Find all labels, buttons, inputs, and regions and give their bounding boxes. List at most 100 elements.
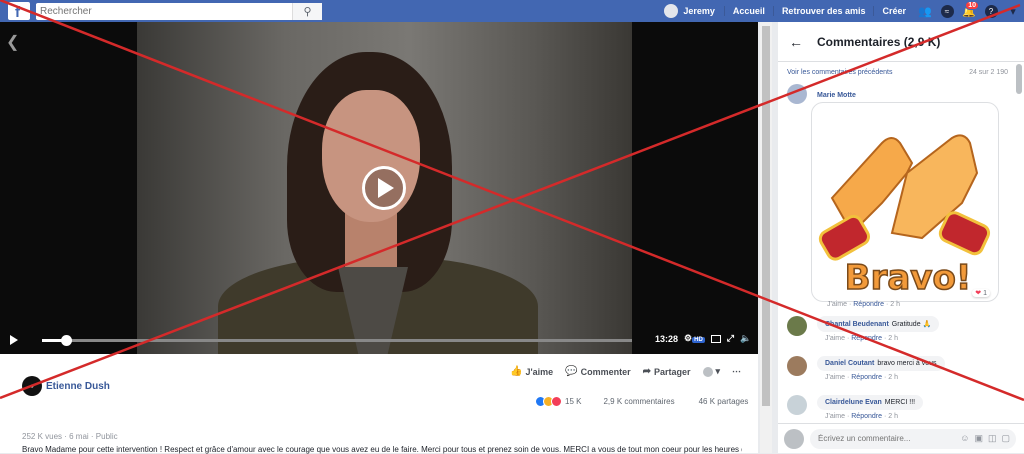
shares-count[interactable]: 46 K partages: [699, 397, 749, 406]
more-icon: ⋯: [732, 366, 742, 376]
notifications-button[interactable]: 🔔 10: [958, 0, 980, 22]
thumbs-up-icon: 👍: [510, 366, 523, 377]
comments-count[interactable]: 2,9 K commentaires: [603, 397, 674, 406]
comment-like-link[interactable]: J'aime: [825, 413, 845, 420]
avatar[interactable]: [787, 395, 807, 415]
comment-bubble: Clairdelune Evan MERCI !!!: [817, 395, 924, 410]
page-scrollbar[interactable]: [760, 22, 772, 453]
notifications-badge: 10: [965, 1, 979, 10]
miniplayer-icon[interactable]: [710, 334, 721, 343]
gif-icon[interactable]: ◫: [988, 433, 997, 444]
comment-reply-link[interactable]: Répondre: [851, 374, 882, 381]
hd-badge: HD: [692, 337, 705, 343]
sticker-icon[interactable]: ▢: [1001, 433, 1010, 444]
more-options-button[interactable]: ⋯: [732, 366, 741, 377]
commenter-name[interactable]: Marie Motte: [817, 92, 856, 99]
account-menu-button[interactable]: ▾: [1002, 0, 1024, 22]
gear-icon: ⚙: [684, 333, 693, 343]
friend-requests-button[interactable]: 👥: [914, 0, 936, 22]
author-name[interactable]: Etienne Dush: [46, 381, 110, 392]
chevron-down-icon: ▾: [715, 366, 721, 376]
comment-text: MERCI !!!: [884, 399, 916, 406]
comment-reply-link[interactable]: Répondre: [851, 413, 882, 420]
video-player[interactable]: ❮ 13:28 ⚙ HD ⤢ 🔈: [0, 22, 758, 354]
audience-selector[interactable]: ▾: [702, 366, 721, 377]
comment-actions: J'aime · Répondre · 2 h: [827, 301, 900, 308]
comment-like-link[interactable]: J'aime: [827, 301, 847, 308]
comment-actions: J'aime · Répondre · 2 h: [825, 335, 898, 342]
comment-time: 2 h: [888, 413, 898, 420]
comment-icon: 💬: [565, 366, 578, 377]
comments-panel: ← Commentaires (2,9 K) Voir les commenta…: [778, 22, 1024, 453]
nav-create-link[interactable]: Créer: [873, 6, 914, 16]
reactions-summary[interactable]: 15 K: [535, 396, 581, 407]
camera-icon[interactable]: ▣: [974, 433, 983, 444]
play-icon: [378, 178, 394, 198]
help-icon: ?: [984, 4, 998, 18]
play-button[interactable]: [10, 335, 18, 345]
nav-find-friends-link[interactable]: Retrouver des amis: [772, 6, 874, 16]
comments-scrollbar[interactable]: [1016, 64, 1022, 94]
post-stats: 15 K 2,9 K commentaires 46 K partages: [535, 396, 748, 407]
avatar: [664, 4, 679, 18]
share-button[interactable]: ➦ Partager: [643, 366, 691, 377]
comment-time: 2 h: [888, 335, 898, 342]
facebook-logo[interactable]: f: [8, 2, 30, 21]
top-nav-links: Jeremy Accueil Retrouver des amis Créer …: [655, 0, 1024, 22]
share-icon: ➦: [642, 366, 651, 377]
video-controls-right: 13:28 ⚙ HD ⤢ 🔈: [655, 333, 751, 344]
post-info: ● Etienne Dush 👍 J'aime 💬 Commenter ➦ Parta…: [0, 354, 758, 454]
comment-button[interactable]: 💬 Commenter: [565, 366, 630, 377]
post-author[interactable]: ● Etienne Dush: [22, 376, 110, 396]
avatar[interactable]: [787, 316, 807, 336]
avatar[interactable]: [787, 356, 807, 376]
search-button[interactable]: ⚲: [292, 2, 322, 20]
list-item: Daniel Coutant bravo merci à vous J'aime …: [787, 356, 945, 381]
dropdown-icon: ▾: [1010, 5, 1016, 18]
list-item: Chantal Beudenant Gratitude 🙏 J'aime · Ré…: [787, 316, 940, 342]
heart-icon: ❤: [975, 290, 982, 297]
search-box: ⚲: [36, 2, 322, 20]
scrollbar-thumb[interactable]: [762, 26, 770, 406]
comment-bubble: Daniel Coutant bravo merci à vous: [817, 356, 945, 371]
play-overlay-button[interactable]: [362, 166, 406, 210]
comment-input-box[interactable]: ☺ ▣ ◫ ▢: [810, 428, 1016, 449]
post-meta: 252 K vues · 6 mai · Public: [22, 432, 118, 441]
comments-header: ← Commentaires (2,9 K): [778, 22, 1024, 62]
emoji-icon[interactable]: ☺: [960, 433, 969, 444]
bravo-gif[interactable]: Bravo! ❤ 1: [811, 102, 999, 302]
commenter-name[interactable]: Daniel Coutant: [825, 360, 874, 367]
comment-actions: J'aime · Répondre · 2 h: [825, 374, 898, 381]
settings-button[interactable]: ⚙ HD: [684, 333, 705, 344]
comment-like-link[interactable]: J'aime: [825, 335, 845, 342]
progress-bar[interactable]: [42, 335, 632, 346]
previous-comments-link[interactable]: Voir les commentaires précédents: [787, 69, 892, 76]
comment-bubble: Chantal Beudenant Gratitude 🙏: [817, 316, 940, 332]
nav-home-link[interactable]: Accueil: [723, 6, 773, 16]
comment-reply-link[interactable]: Répondre: [851, 335, 882, 342]
help-button[interactable]: ?: [980, 0, 1002, 22]
commenter-name[interactable]: Clairdelune Evan: [825, 399, 882, 406]
comment-like-link[interactable]: J'aime: [825, 374, 845, 381]
gif-reaction-count[interactable]: ❤ 1: [972, 289, 990, 297]
back-arrow-icon[interactable]: ←: [789, 34, 803, 50]
commenter-name[interactable]: Chantal Beudenant: [825, 321, 889, 328]
volume-icon[interactable]: 🔈: [740, 333, 751, 344]
profile-link[interactable]: Jeremy: [655, 4, 724, 18]
avatar[interactable]: [787, 84, 807, 104]
like-button[interactable]: 👍 J'aime: [510, 366, 553, 377]
comment-time: 2 h: [890, 301, 900, 308]
list-item: Clairdelune Evan MERCI !!! J'aime · Répon…: [787, 395, 924, 420]
back-icon[interactable]: ❮: [6, 32, 19, 52]
messenger-button[interactable]: ≈: [936, 0, 958, 22]
comment-text: bravo merci à vous: [877, 360, 937, 367]
comment-input[interactable]: [818, 434, 938, 443]
top-navigation-bar: f ⚲ Jeremy Accueil Retrouver des amis Cr…: [0, 0, 1024, 22]
fullscreen-icon[interactable]: ⤢: [727, 333, 734, 344]
comment-text: Gratitude 🙏: [891, 321, 932, 328]
comment-composer: ☺ ▣ ◫ ▢: [778, 423, 1024, 453]
comment-time: 2 h: [888, 374, 898, 381]
comment-reply-link[interactable]: Répondre: [853, 301, 884, 308]
progress-handle[interactable]: [60, 335, 72, 346]
search-input[interactable]: [36, 3, 292, 19]
